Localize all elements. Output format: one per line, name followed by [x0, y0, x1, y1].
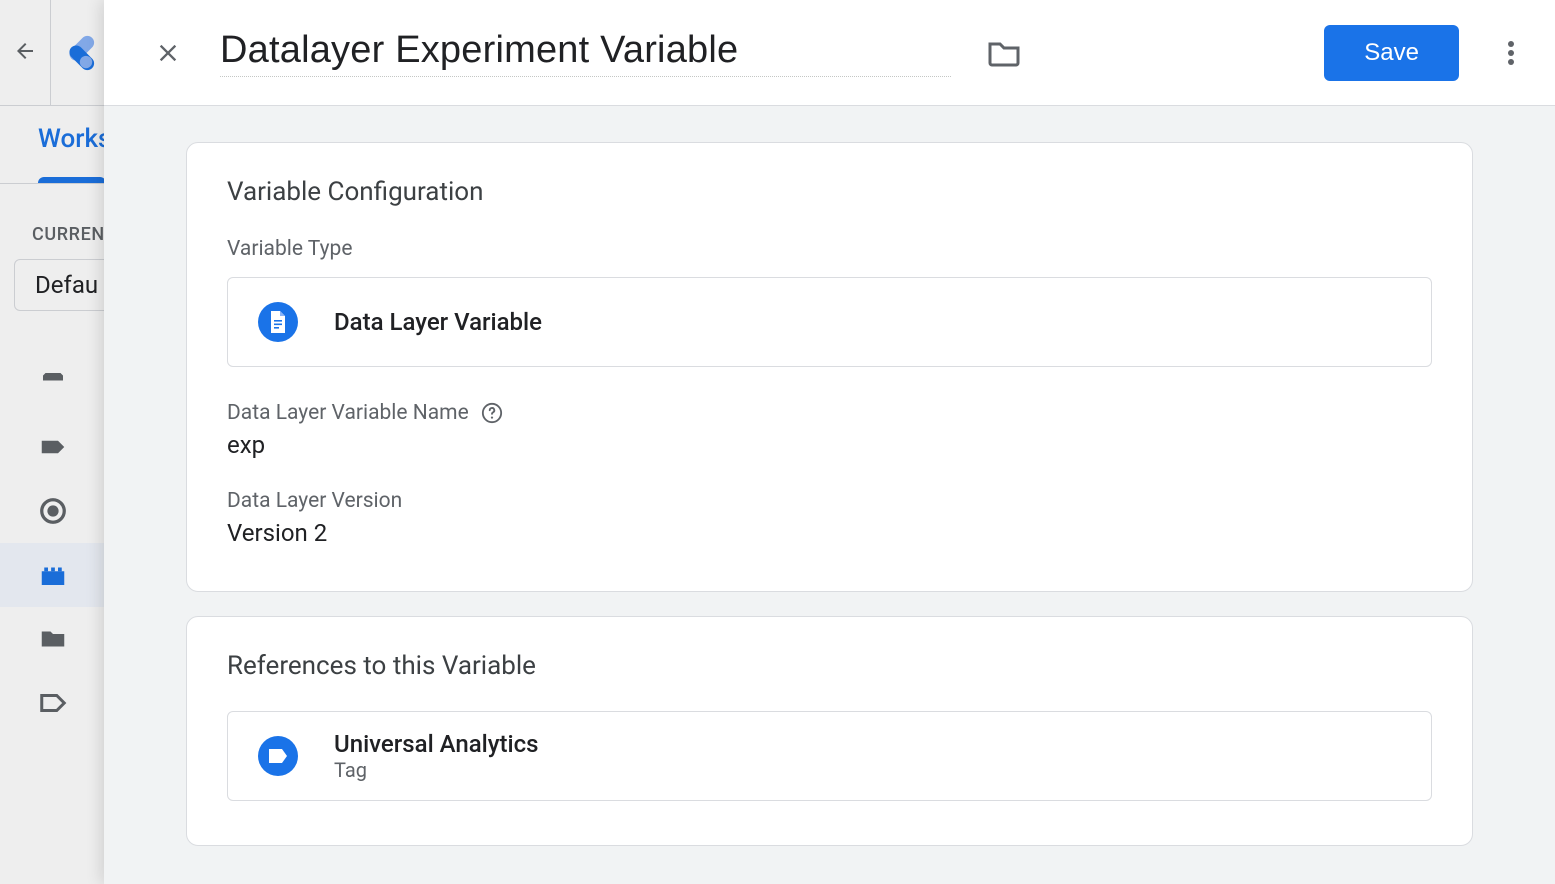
- reference-type: Tag: [334, 758, 539, 782]
- tag-icon: [258, 736, 298, 776]
- dlv-name-value: exp: [227, 431, 1432, 459]
- folder-icon[interactable]: [987, 39, 1021, 67]
- sheet-header: Save: [104, 0, 1555, 106]
- dlv-name-label: Data Layer Variable Name: [227, 401, 503, 425]
- sidebar-item-folders[interactable]: [0, 607, 104, 671]
- dlv-version-label: Data Layer Version: [227, 489, 402, 513]
- variable-edit-sheet: Save Variable Configuration Variable Typ…: [104, 0, 1555, 884]
- dlv-version-value: Version 2: [227, 519, 1432, 547]
- sidebar-item-tags[interactable]: [0, 415, 104, 479]
- reference-row[interactable]: Universal Analytics Tag: [227, 711, 1432, 801]
- sidebar-item-variables[interactable]: [0, 543, 104, 607]
- reference-name: Universal Analytics: [334, 730, 539, 758]
- card-title: Variable Configuration: [227, 177, 1432, 207]
- variable-type-name: Data Layer Variable: [334, 308, 542, 336]
- variable-configuration-card[interactable]: Variable Configuration Variable Type Dat…: [186, 142, 1473, 592]
- variable-name-input[interactable]: [220, 29, 951, 77]
- variable-type-label: Variable Type: [227, 237, 352, 261]
- data-layer-variable-icon: [258, 302, 298, 342]
- sidebar-item-templates[interactable]: [0, 671, 104, 735]
- sidebar-item-triggers[interactable]: [0, 479, 104, 543]
- workspace-selector[interactable]: Defau: [14, 259, 110, 311]
- help-icon[interactable]: [481, 402, 503, 424]
- close-button[interactable]: [144, 29, 192, 77]
- gtm-logo-icon: [51, 35, 103, 71]
- card-title: References to this Variable: [227, 651, 1432, 681]
- references-card: References to this Variable Universal An…: [186, 616, 1473, 846]
- save-button[interactable]: Save: [1324, 25, 1459, 81]
- tab-indicator: [38, 177, 106, 183]
- back-button[interactable]: [0, 39, 50, 67]
- more-menu-button[interactable]: [1487, 29, 1535, 77]
- tab-workspace[interactable]: Works: [38, 124, 111, 154]
- sidebar-item-overview[interactable]: [0, 351, 104, 415]
- variable-type-selector[interactable]: Data Layer Variable: [227, 277, 1432, 367]
